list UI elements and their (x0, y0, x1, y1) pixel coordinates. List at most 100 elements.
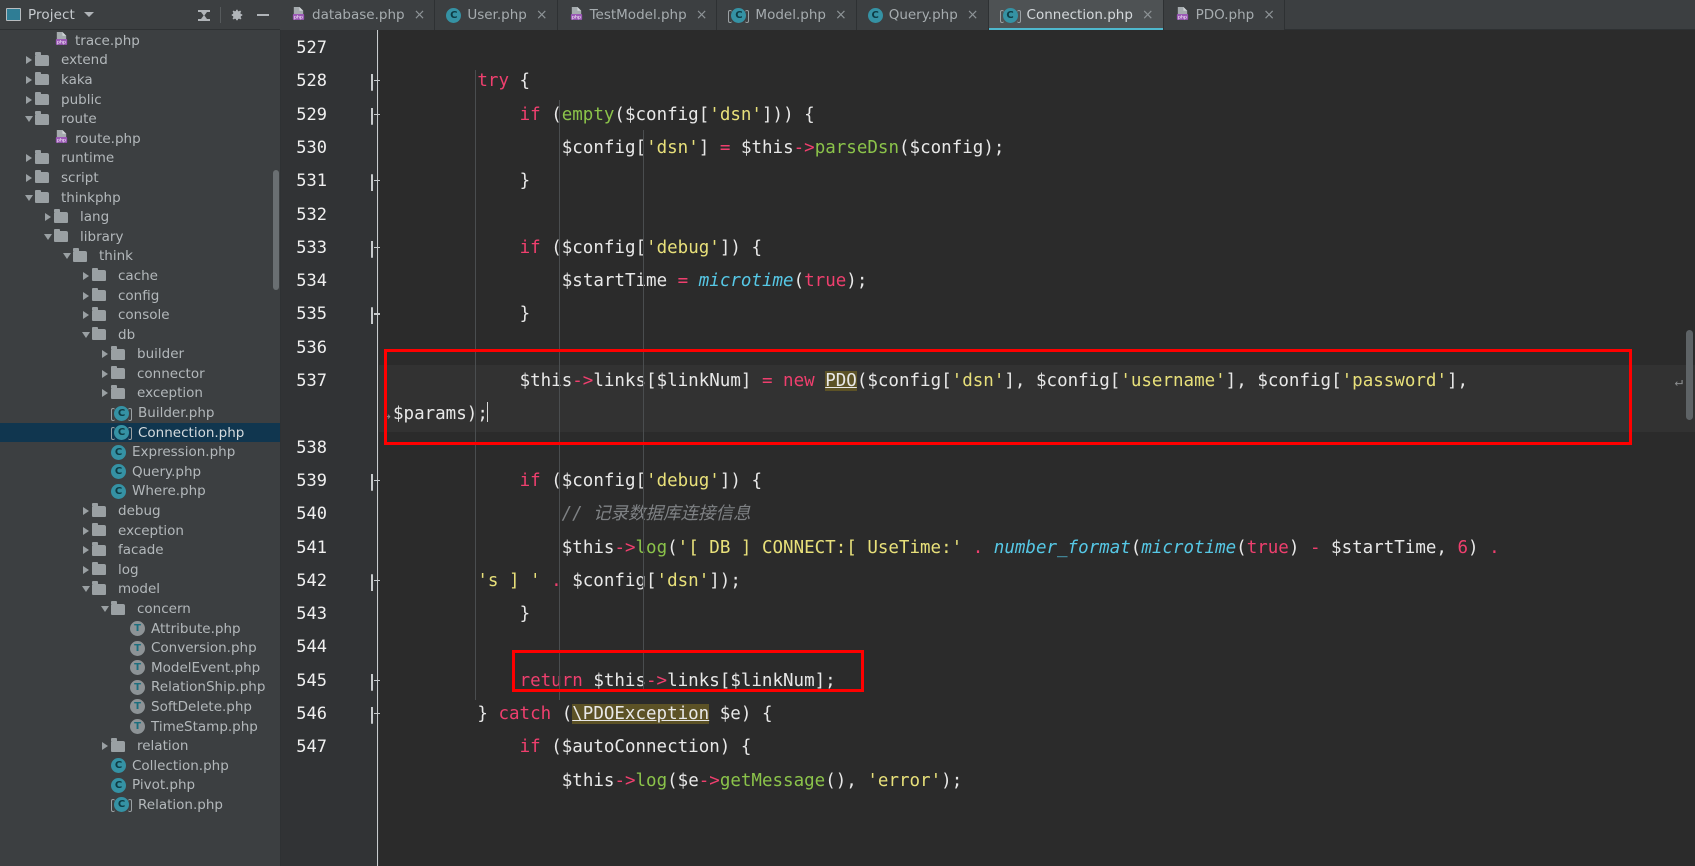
tree-file-row[interactable]: C Where.php (0, 482, 280, 502)
tree-twisty-down[interactable] (98, 606, 111, 613)
tree-folder-row[interactable]: public (0, 90, 280, 110)
code-line[interactable]: } catch (\PDOException $e) { (379, 698, 1695, 731)
tree-twisty-right[interactable] (98, 389, 111, 398)
tree-twisty-right[interactable] (22, 56, 35, 65)
tree-folder-row[interactable]: script (0, 168, 280, 188)
tab-close-icon[interactable]: × (1263, 8, 1275, 22)
tree-folder-row[interactable]: kaka (0, 70, 280, 90)
code-line[interactable]: if ($autoConnection) { (379, 731, 1695, 764)
tree-file-row[interactable]: T SoftDelete.php (0, 697, 280, 717)
tree-file-row[interactable]: T ModelEvent.php (0, 658, 280, 678)
tree-folder-row[interactable]: think (0, 247, 280, 267)
minimize-panel-button[interactable] (250, 2, 276, 28)
tree-twisty-right[interactable] (22, 75, 35, 84)
tree-file-row[interactable]: php trace.php (0, 31, 280, 51)
tree-twisty-right[interactable] (98, 369, 111, 378)
code-line[interactable]: return $this->links[$linkNum]; (379, 665, 1695, 698)
code-line[interactable]: if (empty($config['dsn'])) { (379, 99, 1695, 132)
tree-twisty-down[interactable] (41, 233, 54, 240)
tree-twisty-right[interactable] (79, 546, 92, 555)
tree-twisty-right[interactable] (22, 154, 35, 163)
tree-file-row[interactable]: C Pivot.php (0, 776, 280, 796)
tab-close-icon[interactable]: × (696, 8, 708, 22)
tree-folder-row[interactable]: model (0, 580, 280, 600)
tree-folder-row[interactable]: log (0, 560, 280, 580)
code-line[interactable]: if ($config['debug']) { (379, 465, 1695, 498)
tree-folder-row[interactable]: library (0, 227, 280, 247)
code-editor[interactable]: 527 528 529 530 531 532 533 534 535 536 537 538 539 5… (281, 30, 1695, 866)
code-line[interactable] (379, 32, 1695, 65)
tree-file-row[interactable]: T Attribute.php (0, 619, 280, 639)
tree-file-row[interactable]: C Relation.php (0, 795, 280, 815)
code-line[interactable]: $startTime = microtime(true); (379, 265, 1695, 298)
tree-file-row[interactable]: T Conversion.php (0, 638, 280, 658)
tree-file-row[interactable]: T RelationShip.php (0, 678, 280, 698)
settings-button[interactable] (224, 2, 250, 28)
tree-folder-row[interactable]: lang (0, 207, 280, 227)
chevron-down-icon[interactable] (83, 12, 94, 17)
code-line[interactable] (379, 199, 1695, 232)
tab-close-icon[interactable]: × (835, 8, 847, 22)
tree-file-row[interactable]: C Connection.php (0, 422, 280, 443)
tree-file-row[interactable]: C Expression.php (0, 442, 280, 462)
code-line[interactable]: $config['dsn'] = $this->parseDsn($config… (379, 132, 1695, 165)
editor-tab-user-php[interactable]: C User.php × (435, 0, 558, 30)
tree-twisty-down[interactable] (60, 253, 73, 260)
editor-tab-pdo-php[interactable]: php PDO.php × (1163, 0, 1285, 30)
tab-close-icon[interactable]: × (536, 8, 548, 22)
tree-twisty-right[interactable] (22, 95, 35, 104)
tree-folder-row[interactable]: console (0, 305, 280, 325)
tree-folder-row[interactable]: exception (0, 521, 280, 541)
tree-folder-row[interactable]: route (0, 109, 280, 129)
sidebar-scrollbar[interactable] (273, 170, 279, 290)
editor-code-area[interactable]: try { if (empty($config['dsn'])) { $conf… (379, 30, 1695, 866)
code-line[interactable]: } (379, 165, 1695, 198)
tree-folder-row[interactable]: builder (0, 345, 280, 365)
tree-twisty-down[interactable] (79, 331, 92, 338)
editor-tab-query-php[interactable]: C Query.php × (856, 0, 989, 30)
tree-twisty-right[interactable] (79, 311, 92, 320)
tree-folder-row[interactable]: exception (0, 384, 280, 404)
tree-twisty-down[interactable] (79, 586, 92, 593)
tree-folder-row[interactable]: connector (0, 364, 280, 384)
editor-tab-database-php[interactable]: php database.php × (280, 0, 436, 30)
project-panel-header[interactable]: Project (0, 0, 280, 30)
tab-close-icon[interactable]: × (414, 8, 426, 22)
tree-twisty-down[interactable] (22, 116, 35, 123)
tab-close-icon[interactable]: × (967, 8, 979, 22)
code-line[interactable]: $this->log('[ DB ] CONNECT:[ UseTime:' .… (379, 532, 1695, 565)
tree-twisty-right[interactable] (41, 213, 54, 222)
editor-tab-connection-php[interactable]: C Connection.php × (988, 0, 1164, 30)
tree-folder-row[interactable]: db (0, 325, 280, 345)
tree-twisty-right[interactable] (22, 173, 35, 182)
tree-twisty-down[interactable] (22, 194, 35, 201)
editor-tab-testmodel-php[interactable]: php TestModel.php × (557, 0, 718, 30)
tab-close-icon[interactable]: × (1142, 8, 1154, 22)
tree-file-row[interactable]: T TimeStamp.php (0, 717, 280, 737)
code-line[interactable] (379, 432, 1695, 465)
code-line[interactable]: $this->links[$linkNum] = new PDO($config… (379, 365, 1695, 399)
tree-file-row[interactable]: C Collection.php (0, 756, 280, 776)
tree-folder-row[interactable]: facade (0, 540, 280, 560)
code-line[interactable]: } (379, 598, 1695, 631)
editor-gutter[interactable]: 527 528 529 530 531 532 533 534 535 536 537 538 539 5… (281, 30, 379, 866)
tree-folder-row[interactable]: debug (0, 501, 280, 521)
code-line[interactable]: 's ] ' . $config['dsn']); (379, 565, 1695, 598)
tree-twisty-right[interactable] (79, 507, 92, 516)
tree-twisty-right[interactable] (79, 565, 92, 574)
tree-twisty-right[interactable] (79, 291, 92, 300)
collapse-all-button[interactable] (191, 2, 217, 28)
code-line[interactable] (379, 631, 1695, 664)
tree-twisty-right[interactable] (98, 742, 111, 751)
code-line[interactable]: $this->log($e->getMessage(), 'error'); (379, 765, 1695, 798)
tree-folder-row[interactable]: cache (0, 266, 280, 286)
code-line[interactable]: if ($config['debug']) { (379, 232, 1695, 265)
editor-scrollbar[interactable] (1686, 330, 1693, 420)
tree-folder-row[interactable]: runtime (0, 149, 280, 169)
code-line[interactable]: } (379, 298, 1695, 331)
tree-file-row[interactable]: C Query.php (0, 462, 280, 482)
tree-folder-row[interactable]: thinkphp (0, 188, 280, 208)
editor-tab-model-php[interactable]: C Model.php × (717, 0, 857, 30)
tree-twisty-right[interactable] (79, 526, 92, 535)
tree-folder-row[interactable]: relation (0, 736, 280, 756)
